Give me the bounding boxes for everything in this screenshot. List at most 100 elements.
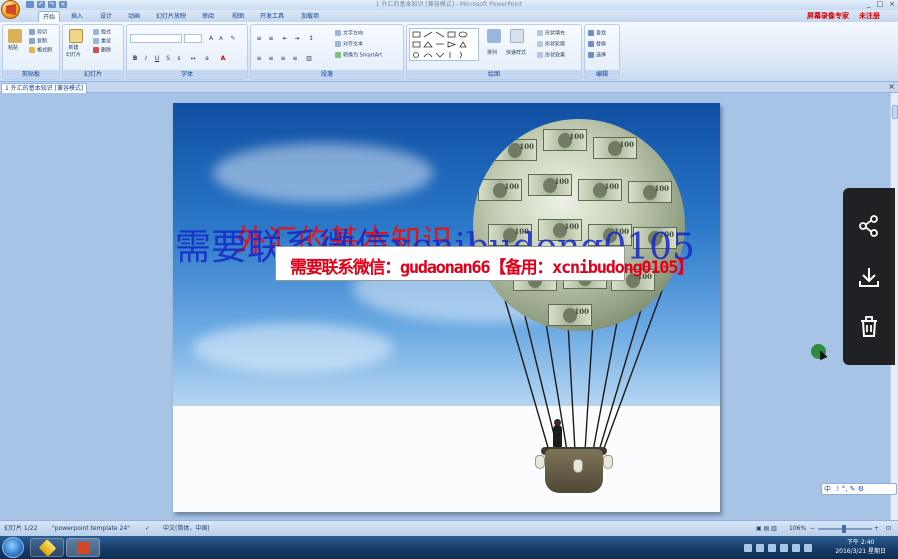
maximize-button[interactable]: □ — [877, 0, 884, 9]
group-editing: 查找 替换 选择 编辑 — [584, 24, 620, 80]
shape-effects-button[interactable]: 形状效果 — [537, 52, 565, 60]
close-button[interactable]: × — [889, 0, 895, 9]
quick-styles-icon[interactable] — [510, 29, 524, 43]
start-button-icon[interactable] — [2, 537, 24, 558]
font-size-combo[interactable] — [184, 34, 202, 43]
copy-button[interactable]: 复制 — [29, 38, 47, 46]
char-spacing-icon[interactable]: ↔ — [189, 54, 197, 62]
paste-icon[interactable] — [8, 29, 22, 43]
tray-icon[interactable] — [756, 543, 764, 552]
new-slide-button[interactable]: 新建 幻灯片 — [66, 45, 81, 59]
zoom-out-icon[interactable]: − — [810, 521, 815, 537]
taskbar-clock[interactable]: 下午 2:40 2016/3/21 星期日 — [835, 538, 886, 556]
select-icon — [588, 52, 594, 58]
change-case-icon[interactable]: a — [203, 54, 211, 62]
font-color-icon[interactable]: A — [219, 54, 227, 62]
ime-mode[interactable]: 中 — [824, 485, 831, 493]
arrange-button[interactable]: 排列 — [487, 50, 497, 57]
replace-button[interactable]: 替换 — [588, 41, 606, 49]
new-slide-icon[interactable] — [69, 29, 83, 43]
slide[interactable]: 100 100 100 100 100 100 100 100 100 100 … — [173, 103, 720, 512]
shape-outline-button[interactable]: 形状轮廓 — [537, 41, 565, 49]
group-label-slides: 幻灯片 — [63, 70, 123, 79]
justify-icon[interactable]: ≡ — [291, 54, 299, 62]
increase-indent-icon[interactable]: ⇥ — [293, 34, 301, 42]
text-direction-icon — [335, 30, 341, 36]
status-bar: 幻灯片 1/22 "powerpoint template 24" ✓ 中文(简… — [0, 520, 898, 536]
taskbar-powerpoint[interactable] — [66, 538, 100, 557]
tray-icon[interactable] — [780, 543, 788, 552]
numbering-icon[interactable]: ≡ — [267, 34, 275, 42]
tab-home[interactable]: 开始 — [38, 11, 61, 22]
delete-label: 删除 — [101, 47, 112, 54]
dollar-bill: 100 — [493, 139, 537, 161]
powerpoint-window: ↶ ↷ × 1 外汇的基本知识 [兼容模式] - Microsoft Power… — [0, 0, 898, 559]
document-tab[interactable]: 1 外汇的基本知识 [兼容模式] — [1, 83, 88, 93]
tab-insert[interactable]: 插入 — [67, 11, 87, 22]
shrink-font-icon[interactable]: A — [217, 34, 225, 42]
reset-label: 重设 — [101, 38, 112, 45]
tab-review[interactable]: 审阅 — [198, 11, 218, 22]
ime-toolbar[interactable]: 中 ☽ °, ✎ ⚙ — [821, 483, 897, 495]
format-painter-button[interactable]: 格式刷 — [29, 47, 52, 55]
zoom-level[interactable]: 106% — [789, 521, 806, 537]
bold-icon[interactable]: B — [131, 54, 139, 62]
recorder-name: 屏幕录像专家 — [807, 12, 849, 20]
minimize-button[interactable]: _ — [867, 0, 871, 9]
select-button[interactable]: 选择 — [588, 52, 606, 60]
columns-icon[interactable]: ▥ — [305, 54, 313, 62]
layout-button[interactable]: 版式 — [93, 29, 111, 37]
group-label-drawing: 绘图 — [407, 70, 581, 79]
zoom-slider-knob[interactable] — [842, 525, 846, 533]
line-spacing-icon[interactable]: ↕ — [307, 34, 315, 42]
zoom-slider[interactable] — [818, 525, 872, 533]
scrollbar-thumb[interactable] — [892, 105, 898, 119]
pen-icon — [537, 41, 543, 47]
align-right-icon[interactable]: ≡ — [279, 54, 287, 62]
close-document-icon[interactable]: × — [888, 82, 895, 92]
tab-animations[interactable]: 动画 — [124, 11, 144, 22]
arrange-icon[interactable] — [487, 29, 501, 43]
office-button[interactable] — [1, 0, 20, 19]
align-center-icon[interactable]: ≡ — [267, 54, 275, 62]
tab-slideshow[interactable]: 幻灯片放映 — [152, 11, 190, 22]
tray-icon[interactable] — [768, 543, 776, 552]
zoom-in-icon[interactable]: + — [874, 521, 879, 537]
quick-styles-button[interactable]: 快速样式 — [506, 50, 526, 57]
trash-icon[interactable] — [857, 315, 881, 339]
delete-slide-button[interactable]: 删除 — [93, 47, 111, 55]
reset-button[interactable]: 重设 — [93, 38, 111, 46]
fit-slide-icon[interactable]: ⊡ — [886, 521, 891, 537]
shadow-icon[interactable]: s — [175, 54, 183, 62]
grow-font-icon[interactable]: A — [207, 34, 215, 42]
text-direction-button[interactable]: 文字方向 — [335, 30, 363, 38]
find-button[interactable]: 查找 — [588, 30, 606, 38]
underline-icon[interactable]: U — [153, 54, 161, 62]
shapes-gallery[interactable] — [409, 28, 479, 61]
view-buttons[interactable]: ▣ ▤ ▥ — [756, 521, 777, 537]
cut-button[interactable]: 剪切 — [29, 29, 47, 37]
strikethrough-icon[interactable]: S — [164, 54, 172, 62]
network-icon[interactable] — [792, 543, 800, 552]
volume-icon[interactable] — [804, 543, 812, 552]
italic-icon[interactable]: I — [142, 54, 150, 62]
tab-design[interactable]: 设计 — [96, 11, 116, 22]
shape-fill-button[interactable]: 形状填充 — [537, 30, 565, 38]
clear-format-icon[interactable]: ✎ — [229, 34, 237, 42]
tray-icon[interactable] — [744, 543, 752, 552]
decrease-indent-icon[interactable]: ⇤ — [281, 34, 289, 42]
bullets-icon[interactable]: ≡ — [255, 34, 263, 42]
share-icon[interactable] — [857, 214, 881, 238]
align-text-button[interactable]: 对齐文本 — [335, 41, 363, 49]
spellcheck-icon[interactable]: ✓ — [145, 521, 150, 537]
smartart-button[interactable]: 转换为 SmartArt — [335, 52, 382, 60]
taskbar-app-1[interactable] — [30, 538, 64, 557]
language-indicator[interactable]: 中文(简体，中国) — [163, 521, 210, 537]
tab-view[interactable]: 视图 — [228, 11, 248, 22]
tab-developer[interactable]: 开发工具 — [256, 11, 288, 22]
paste-button[interactable]: 粘贴 — [8, 45, 18, 52]
tab-addins[interactable]: 加载项 — [297, 11, 323, 22]
align-left-icon[interactable]: ≡ — [255, 54, 263, 62]
font-name-combo[interactable] — [130, 34, 182, 43]
download-icon[interactable] — [857, 265, 881, 289]
